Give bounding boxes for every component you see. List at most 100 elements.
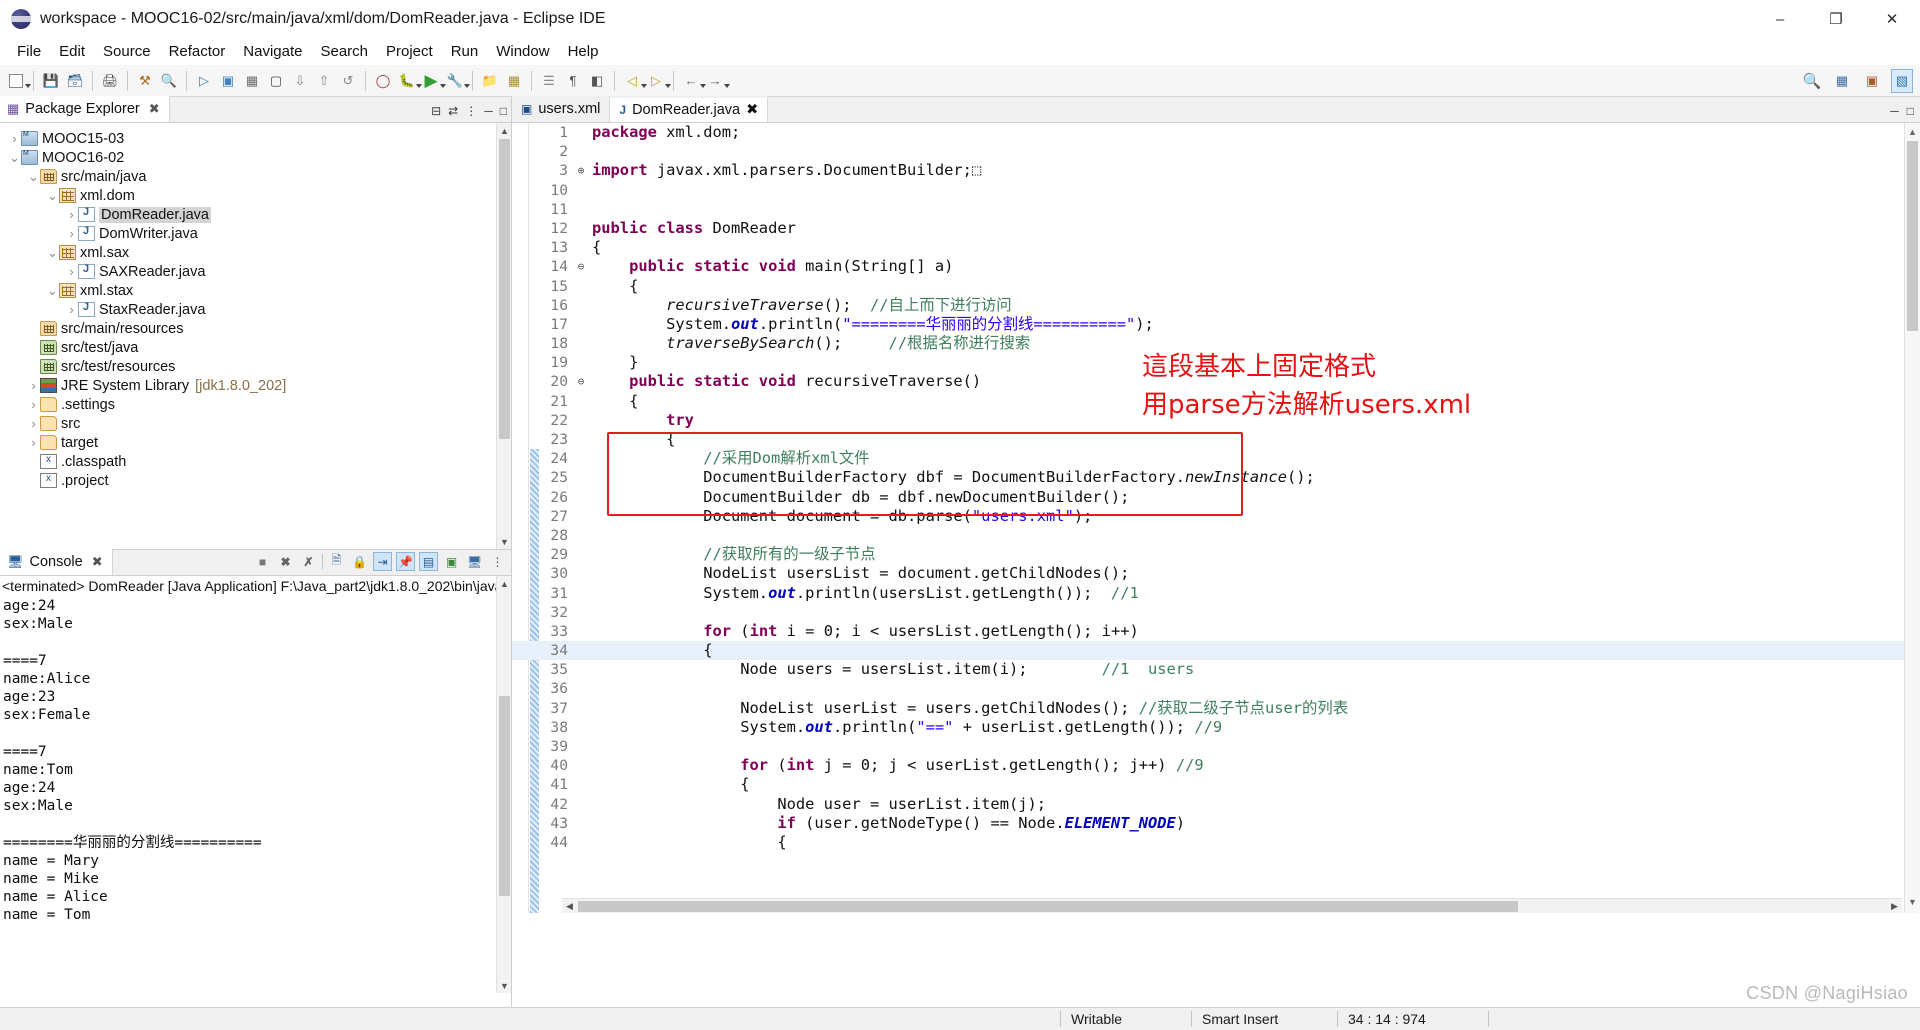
code-line-3[interactable]: 3 ⊕ import javax.xml.parsers.DocumentBuild… xyxy=(512,161,1920,180)
tree-item-src-test-java[interactable]: src/test/java xyxy=(0,338,511,357)
quick-access-search-icon[interactable]: 🔍 xyxy=(1801,69,1823,93)
menu-project[interactable]: Project xyxy=(377,40,442,63)
search-toolbar-icon[interactable]: 🔍 xyxy=(158,69,180,93)
tab-console[interactable]: 🖥 Console ✖ xyxy=(0,549,113,575)
code-line-10[interactable]: 10 xyxy=(512,181,1920,200)
next-nav-icon[interactable]: → xyxy=(704,69,730,93)
new-class-icon[interactable]: ▦ xyxy=(241,69,263,93)
close-button[interactable]: ✕ xyxy=(1864,0,1920,38)
code-line-25[interactable]: 25 DocumentBuilderFactory dbf = Document… xyxy=(512,468,1920,487)
collapse-all-icon[interactable]: ⊟ xyxy=(431,104,441,118)
code-line-24[interactable]: 24 //采用Dom解析xml文件 xyxy=(512,449,1920,468)
chevron-down-icon[interactable]: ⌄ xyxy=(46,245,59,261)
save-all-icon[interactable]: 🗃 xyxy=(64,69,86,93)
code-line-31[interactable]: 31 System.out.println(usersList.getLengt… xyxy=(512,584,1920,603)
chevron-right-icon[interactable]: › xyxy=(65,226,78,241)
code-line-23[interactable]: 23 { xyxy=(512,430,1920,449)
debug-icon[interactable]: 🐛 xyxy=(396,69,422,93)
menu-file[interactable]: File xyxy=(8,40,50,63)
save-icon[interactable]: 💾 xyxy=(40,69,62,93)
chevron-right-icon[interactable]: › xyxy=(8,131,21,146)
toggle-markoccurrences-icon[interactable]: ◧ xyxy=(586,69,608,93)
previous-nav-icon[interactable]: ← xyxy=(680,69,706,93)
chevron-down-icon[interactable]: ⌄ xyxy=(27,169,40,185)
code-line-11[interactable]: 11 xyxy=(512,200,1920,219)
code-editor[interactable]: 1 package xml.dom; 2 3 ⊕ import javax.xml.par… xyxy=(512,123,1920,913)
scroll-down-icon[interactable]: ▼ xyxy=(497,534,512,549)
tree-item-jre-system-library[interactable]: › JRE System Library [jdk1.8.0_202] xyxy=(0,376,511,395)
view-menu-icon[interactable]: ⋮ xyxy=(465,104,477,118)
code-lines[interactable]: 1 package xml.dom; 2 3 ⊕ import javax.xml.par… xyxy=(512,123,1920,913)
overview-scroll-up-icon[interactable]: ▲ xyxy=(1907,127,1918,139)
annotation-icon[interactable]: ▢ xyxy=(265,69,287,93)
console-scroll-up-icon[interactable]: ▲ xyxy=(497,576,512,591)
code-line-39[interactable]: 39 xyxy=(512,737,1920,756)
external-tools-icon[interactable]: 🔧 xyxy=(444,69,470,93)
build-icon[interactable]: ⚒ xyxy=(134,69,156,93)
overview-scroll-down-icon[interactable]: ▼ xyxy=(1907,897,1918,909)
remove-launch-icon[interactable]: ✖ xyxy=(276,552,295,571)
code-line-34[interactable]: 34 { xyxy=(512,641,1920,661)
code-line-30[interactable]: 30 NodeList usersList = document.getChil… xyxy=(512,564,1920,583)
tab-users-xml[interactable]: ▣ users.xml xyxy=(512,96,611,122)
code-line-43[interactable]: 43 if (user.getNodeType() == Node.ELEMEN… xyxy=(512,814,1920,833)
code-line-37[interactable]: 37 NodeList userList = users.getChildNod… xyxy=(512,699,1920,718)
minimize-editor-icon[interactable]: ─ xyxy=(1890,104,1899,118)
menu-source[interactable]: Source xyxy=(94,40,160,63)
menu-search[interactable]: Search xyxy=(311,40,377,63)
scroll-lock-icon[interactable]: 🔒 xyxy=(350,552,369,571)
display-selected-console-icon[interactable]: ▤ xyxy=(419,552,438,571)
project-tree[interactable]: ›MOOC15-03⌄MOOC16-02⌄src/main/java⌄xml.d… xyxy=(0,123,511,549)
menu-help[interactable]: Help xyxy=(559,40,608,63)
maximize-button[interactable]: ❐ xyxy=(1808,0,1864,38)
console-minimize-icon[interactable]: ⋮ xyxy=(488,552,507,571)
code-line-28[interactable]: 28 xyxy=(512,526,1920,545)
clear-console-icon[interactable]: 🗎 xyxy=(327,552,346,571)
new-package-icon[interactable]: ▦ xyxy=(503,69,525,93)
code-line-26[interactable]: 26 DocumentBuilder db = dbf.newDocumentB… xyxy=(512,488,1920,507)
fold-toggle-icon[interactable]: ⊖ xyxy=(574,257,588,276)
tree-item-classpath[interactable]: .classpath xyxy=(0,452,511,471)
open-task-icon[interactable]: ☰ xyxy=(538,69,560,93)
chevron-right-icon[interactable]: › xyxy=(27,378,40,393)
code-line-44[interactable]: 44 { xyxy=(512,833,1920,852)
tree-item-mooc16-02[interactable]: ⌄ MOOC16-02 xyxy=(0,148,511,167)
chevron-right-icon[interactable]: › xyxy=(27,435,40,450)
tree-item-mooc15-03[interactable]: › MOOC15-03 xyxy=(0,129,511,148)
forward-icon[interactable]: ▷ xyxy=(645,69,671,93)
code-line-42[interactable]: 42 Node user = userList.item(j); xyxy=(512,795,1920,814)
last-edit-icon[interactable]: ↺ xyxy=(337,69,359,93)
print-icon[interactable]: 🖨 xyxy=(99,69,121,93)
close-icon[interactable]: ✖ xyxy=(746,102,758,118)
tree-item-target[interactable]: › target xyxy=(0,433,511,452)
tree-item-project[interactable]: .project xyxy=(0,471,511,490)
new-java-project-icon[interactable]: 📁 xyxy=(479,69,501,93)
chevron-right-icon[interactable]: › xyxy=(65,302,78,317)
console-scroll-thumb[interactable] xyxy=(499,696,510,896)
chevron-down-icon[interactable]: ⌄ xyxy=(46,188,59,204)
chevron-down-icon[interactable]: ⌄ xyxy=(8,150,21,166)
code-line-27[interactable]: 27 Document document = db.parse("users.x… xyxy=(512,507,1920,526)
maximize-icon[interactable]: □ xyxy=(500,104,507,118)
chevron-right-icon[interactable]: › xyxy=(65,264,78,279)
chevron-down-icon[interactable]: ⌄ xyxy=(46,283,59,299)
close-icon[interactable]: ✖ xyxy=(92,554,103,570)
show-console-on-output-icon[interactable]: ⇥ xyxy=(373,552,392,571)
terminate-icon[interactable]: ■ xyxy=(253,552,272,571)
console-scrollbar[interactable]: ▲ ▼ xyxy=(496,576,511,993)
coverage-icon[interactable]: ◯ xyxy=(372,69,394,93)
code-line-41[interactable]: 41 { xyxy=(512,775,1920,794)
chevron-right-icon[interactable]: › xyxy=(27,416,40,431)
editor-overview-ruler[interactable]: ▲ ▼ xyxy=(1904,123,1920,913)
open-type-icon[interactable]: ▣ xyxy=(217,69,239,93)
link-with-editor-icon[interactable]: ⇄ xyxy=(448,104,458,118)
code-line-33[interactable]: 33 for (int i = 0; i < usersList.getLeng… xyxy=(512,622,1920,641)
menu-refactor[interactable]: Refactor xyxy=(160,40,235,63)
tab-domreader-java[interactable]: J DomReader.java ✖ xyxy=(610,96,769,122)
code-line-32[interactable]: 32 xyxy=(512,603,1920,622)
back-icon[interactable]: ◁ xyxy=(621,69,647,93)
tab-package-explorer[interactable]: ▦ Package Explorer ✖ xyxy=(0,96,170,122)
tree-item-xml-stax[interactable]: ⌄ xml.stax xyxy=(0,281,511,300)
chevron-right-icon[interactable]: › xyxy=(27,397,40,412)
previous-annotation-icon[interactable]: ⇧ xyxy=(313,69,335,93)
